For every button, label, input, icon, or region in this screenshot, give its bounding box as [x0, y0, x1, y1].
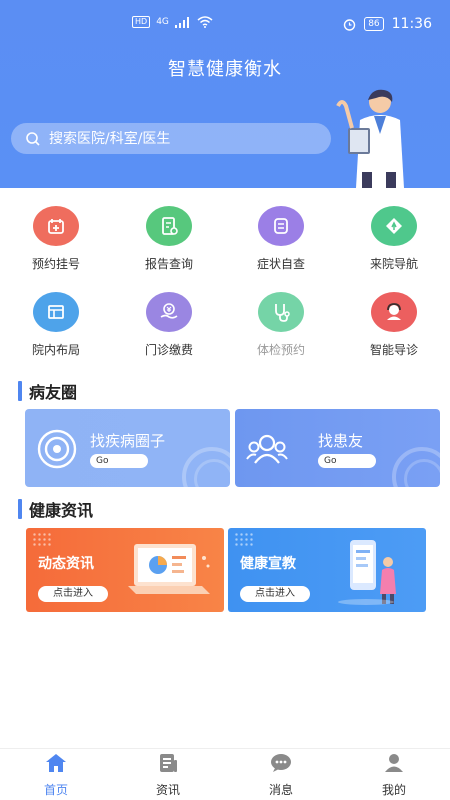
tab-home[interactable]: 首页: [0, 753, 112, 798]
title-accent-bar: [18, 381, 22, 401]
guide-icon: [371, 292, 417, 332]
signal-icon: [174, 16, 189, 28]
dot-pattern: [234, 532, 254, 546]
search-bar[interactable]: [11, 123, 331, 154]
status-right: 86 11:36: [343, 16, 432, 32]
navigation-icon: [371, 206, 417, 246]
news-section-title: 健康资讯: [18, 497, 93, 521]
service-label: 预约挂号: [31, 257, 80, 271]
tab-profile[interactable]: 我的: [338, 753, 450, 798]
service-label: 体检预约: [256, 343, 305, 357]
card-title: 找疾病圈子: [90, 432, 166, 450]
register-icon: [33, 206, 79, 246]
circle-icon: [37, 429, 77, 469]
service-label: 智能导诊: [369, 343, 418, 357]
alarm-icon: [343, 18, 356, 31]
go-button[interactable]: Go: [90, 454, 148, 468]
tab-news[interactable]: 资讯: [112, 753, 224, 798]
title-accent-bar: [18, 499, 22, 519]
enter-button[interactable]: 点击进入: [38, 586, 108, 602]
wifi-icon: [197, 16, 213, 28]
service-symptom[interactable]: 症状自查: [236, 206, 326, 272]
service-label: 报告查询: [144, 257, 193, 271]
status-left: HD 4G: [132, 16, 213, 28]
go-button[interactable]: Go: [318, 454, 376, 468]
service-navigation[interactable]: 来院导航: [349, 206, 439, 272]
layout-icon: [33, 292, 79, 332]
app-title: 智慧健康衡水: [168, 59, 282, 80]
people-icon: [246, 434, 288, 464]
health-education-card[interactable]: 健康宣教 点击进入: [228, 528, 426, 612]
card-title: 找患友: [318, 432, 364, 450]
service-register[interactable]: 预约挂号: [11, 206, 101, 272]
service-checkup[interactable]: 体检预约: [236, 292, 326, 358]
news-card-title: 动态资讯: [38, 556, 94, 572]
find-patients-card[interactable]: 找患友 Go: [235, 409, 440, 487]
enter-button[interactable]: 点击进入: [240, 586, 310, 602]
service-guide[interactable]: 智能导诊: [349, 292, 439, 358]
circle-section-title: 病友圈: [18, 379, 77, 403]
find-disease-circle-card[interactable]: 找疾病圈子 Go: [25, 409, 230, 487]
service-label: 院内布局: [31, 343, 80, 357]
service-label: 症状自查: [256, 257, 305, 271]
report-icon: [146, 206, 192, 246]
message-icon: [271, 754, 291, 772]
symptom-icon: [258, 206, 304, 246]
service-payment[interactable]: 门诊缴费: [124, 292, 214, 358]
phone-illustration: [338, 540, 396, 605]
clock: 11:36: [391, 16, 432, 32]
search-icon: [26, 131, 40, 146]
dynamic-news-card[interactable]: 动态资讯 点击进入: [26, 528, 224, 612]
service-layout[interactable]: 院内布局: [11, 292, 101, 358]
news-icon: [160, 754, 177, 772]
search-input[interactable]: [49, 130, 309, 147]
service-label: 来院导航: [369, 257, 418, 271]
network-label: 4G: [156, 17, 169, 27]
dot-pattern: [32, 532, 52, 546]
payment-icon: [146, 292, 192, 332]
service-label: 门诊缴费: [144, 343, 193, 357]
header: HD 4G 86 11:36 智慧健康衡水: [0, 0, 450, 188]
checkup-icon: [258, 292, 304, 332]
profile-icon: [385, 754, 403, 772]
hd-badge: HD: [132, 16, 151, 28]
tab-messages[interactable]: 消息: [225, 753, 337, 798]
laptop-illustration: [128, 544, 210, 594]
news-card-title: 健康宣教: [240, 556, 296, 572]
home-icon: [46, 754, 66, 772]
service-report[interactable]: 报告查询: [124, 206, 214, 272]
doctor-illustration: [336, 89, 404, 188]
bottom-tab-bar: 首页 资讯 消息 我的: [0, 748, 450, 800]
battery-indicator: 86: [364, 17, 384, 31]
status-bar: HD 4G 86 11:36: [0, 14, 450, 38]
